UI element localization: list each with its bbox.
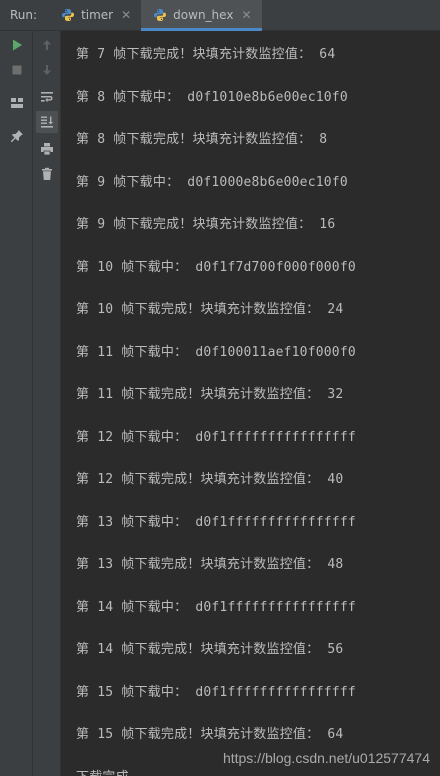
console-line: 第 8 帧下载中： d0f1010e8b6e00ec10f0 xyxy=(76,90,348,105)
console-line: 第 11 帧下载中： d0f100011aef10f000f0 xyxy=(76,345,356,360)
tab-timer[interactable]: timer ✕ xyxy=(49,0,141,31)
console-line: 第 12 帧下载中： d0f1ffffffffffffffff xyxy=(76,430,356,445)
console-line: 第 7 帧下载完成！块填充计数监控值： 64 xyxy=(76,47,336,62)
layout-button[interactable] xyxy=(6,92,28,114)
previous-occurrence-button[interactable] xyxy=(36,34,58,56)
run-label: Run: xyxy=(10,8,38,22)
console-toolbar xyxy=(33,31,61,776)
run-toolbar xyxy=(0,31,33,776)
console-line: 第 9 帧下载中： d0f1000e8b6e00ec10f0 xyxy=(76,175,348,190)
console-line: 第 15 帧下载中： d0f1ffffffffffffffff xyxy=(76,685,356,700)
console-line: 第 15 帧下载完成！块填充计数监控值： 64 xyxy=(76,727,344,742)
trash-icon xyxy=(42,167,52,180)
console-line: 第 11 帧下载完成！块填充计数监控值： 32 xyxy=(76,387,344,402)
scroll-to-end-icon xyxy=(41,116,53,128)
console-line: 第 13 帧下载中： d0f1ffffffffffffffff xyxy=(76,515,356,530)
console-line: 下载完成 xyxy=(76,766,129,776)
close-icon[interactable]: ✕ xyxy=(241,8,251,22)
clear-all-button[interactable] xyxy=(36,163,58,185)
console-line: 第 14 帧下载完成！块填充计数监控值： 56 xyxy=(76,642,344,657)
console-line: 第 8 帧下载完成！块填充计数监控值： 8 xyxy=(76,132,328,147)
console-line: 第 13 帧下载完成！块填充计数监控值： 48 xyxy=(76,557,344,572)
console-line: 第 10 帧下载完成！块填充计数监控值： 24 xyxy=(76,302,344,317)
scroll-to-end-button[interactable] xyxy=(36,111,58,133)
tab-label: timer xyxy=(81,8,114,22)
console-line: 第 12 帧下载完成！块填充计数监控值： 40 xyxy=(76,472,344,487)
layout-icon xyxy=(11,98,23,108)
print-icon xyxy=(41,143,53,156)
console-output[interactable]: 第 7 帧下载完成！块填充计数监控值： 64 第 8 帧下载中： d0f1010… xyxy=(61,31,440,776)
print-button[interactable] xyxy=(36,138,58,160)
run-icon xyxy=(13,39,22,51)
console-line: 第 14 帧下载中： d0f1ffffffffffffffff xyxy=(76,600,356,615)
run-tool-window: Run: timer ✕ down_hex ✕ 第 7 帧下载完成！块填充计数监… xyxy=(0,0,440,776)
python-icon xyxy=(154,9,167,21)
run-tab-bar: Run: timer ✕ down_hex ✕ xyxy=(0,0,440,31)
soft-wrap-icon xyxy=(41,92,53,103)
stop-icon xyxy=(12,65,22,75)
up-arrow-icon xyxy=(43,40,51,50)
pin-icon xyxy=(11,130,23,142)
pin-button[interactable] xyxy=(6,125,28,147)
python-icon xyxy=(62,9,75,21)
down-arrow-icon xyxy=(43,65,51,75)
run-button[interactable] xyxy=(6,34,28,56)
console-line: 第 9 帧下载完成！块填充计数监控值： 16 xyxy=(76,217,336,232)
soft-wrap-button[interactable] xyxy=(36,86,58,108)
close-icon[interactable]: ✕ xyxy=(121,8,131,22)
tab-label: down_hex xyxy=(173,8,234,22)
tab-down-hex[interactable]: down_hex ✕ xyxy=(141,0,262,31)
stop-button[interactable] xyxy=(6,59,28,81)
next-occurrence-button[interactable] xyxy=(36,59,58,81)
console-line: 第 10 帧下载中： d0f1f7d700f000f000f0 xyxy=(76,260,356,275)
watermark: https://blog.csdn.net/u012577474 xyxy=(222,750,430,766)
